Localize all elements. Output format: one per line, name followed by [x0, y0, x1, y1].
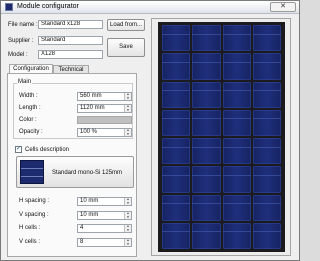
opacity-value: 100 % — [80, 129, 98, 135]
width-label: Width : — [19, 93, 38, 99]
spin-arrows-icon[interactable]: ▲ ▼ — [124, 128, 131, 137]
solar-cell — [192, 194, 221, 221]
solar-cell — [162, 81, 191, 108]
color-swatch[interactable] — [77, 116, 132, 124]
solar-cell — [222, 166, 252, 193]
v-cells-value: 8 — [80, 239, 84, 245]
spin-down-icon[interactable]: ▼ — [125, 242, 131, 247]
h-spacing-spinbox[interactable]: 10 mm ▲ ▼ — [77, 197, 132, 206]
v-spacing-value: 10 mm — [80, 212, 99, 218]
solar-cell — [252, 166, 282, 193]
v-cells-spinbox[interactable]: 8 ▲ ▼ — [77, 238, 132, 247]
width-spinbox[interactable]: 560 mm ▲ ▼ — [77, 92, 132, 101]
spin-down-icon[interactable]: ▼ — [125, 228, 131, 233]
h-spacing-value: 10 mm — [80, 198, 99, 204]
spin-down-icon[interactable]: ▼ — [125, 201, 131, 206]
opacity-spinbox[interactable]: 100 % ▲ ▼ — [77, 128, 132, 137]
color-label: Color : — [19, 117, 37, 123]
width-value: 560 mm — [80, 93, 102, 99]
solar-cell — [222, 194, 252, 221]
solar-cell — [192, 53, 221, 80]
solar-cell — [192, 25, 221, 52]
close-icon[interactable]: ✕ — [280, 3, 286, 10]
supplier-label: Supplier : — [8, 38, 34, 44]
solar-cell — [252, 109, 282, 136]
configuration-panel: Main Width : 560 mm ▲ ▼ Length : 1120 mm … — [7, 73, 137, 257]
solar-cell — [252, 194, 282, 221]
solar-cell — [252, 81, 282, 108]
model-field[interactable]: X128 — [38, 50, 103, 59]
solar-cell — [192, 81, 221, 108]
length-spinbox[interactable]: 1120 mm ▲ ▼ — [77, 104, 132, 113]
cell-type-button[interactable]: Standard mono-Si 125mm — [16, 156, 134, 188]
spin-arrows-icon[interactable]: ▲ ▼ — [124, 92, 131, 101]
length-value: 1120 mm — [80, 105, 105, 111]
solar-cell — [252, 138, 282, 165]
spin-down-icon[interactable]: ▼ — [125, 215, 131, 220]
file-name-label: File name : — [8, 22, 38, 28]
h-cells-spinbox[interactable]: 4 ▲ ▼ — [77, 224, 132, 233]
title-bar: Module configurator ✕ — [1, 1, 299, 14]
solar-cell — [192, 109, 221, 136]
cell-grid — [162, 25, 282, 249]
v-spacing-label: V spacing : — [19, 212, 49, 218]
solar-cell-icon — [20, 160, 44, 184]
opacity-label: Opacity : — [19, 129, 43, 135]
solar-cell — [222, 81, 252, 108]
app-icon — [5, 3, 13, 11]
spin-arrows-icon[interactable]: ▲ ▼ — [124, 197, 131, 206]
solar-cell — [192, 138, 221, 165]
v-spacing-spinbox[interactable]: 10 mm ▲ ▼ — [77, 211, 132, 220]
cells-description-checkbox[interactable]: ✓ — [15, 146, 22, 153]
solar-cell — [162, 25, 191, 52]
solar-cell — [192, 222, 221, 249]
spin-arrows-icon[interactable]: ▲ ▼ — [124, 224, 131, 233]
length-label: Length : — [19, 105, 41, 111]
h-spacing-label: H spacing : — [19, 198, 50, 204]
solar-panel-preview — [158, 22, 285, 252]
close-button[interactable]: ✕ — [270, 2, 296, 12]
spin-arrows-icon[interactable]: ▲ ▼ — [124, 211, 131, 220]
solar-cell — [162, 222, 191, 249]
solar-cell — [162, 166, 191, 193]
solar-cell — [222, 25, 252, 52]
solar-cell — [252, 25, 282, 52]
v-cells-label: V cells : — [19, 239, 41, 245]
window-title: Module configurator — [17, 3, 79, 10]
cells-description-label: Cells description — [25, 147, 70, 153]
spin-down-icon[interactable]: ▼ — [125, 132, 131, 137]
solar-cell — [222, 138, 252, 165]
supplier-field[interactable]: Standard — [38, 36, 103, 45]
solar-cell — [162, 53, 191, 80]
solar-cell — [222, 222, 252, 249]
solar-cell — [252, 222, 282, 249]
solar-cell — [162, 109, 191, 136]
spin-down-icon[interactable]: ▼ — [125, 108, 131, 113]
solar-cell — [222, 53, 252, 80]
save-button[interactable]: Save — [107, 38, 145, 57]
solar-cell — [162, 194, 191, 221]
solar-cell — [192, 166, 221, 193]
solar-cell — [222, 109, 252, 136]
h-cells-label: H cells : — [19, 225, 41, 231]
file-name-field[interactable]: Standard x128 — [38, 20, 103, 29]
load-from-button[interactable]: Load from... — [107, 19, 145, 31]
model-label: Model : — [8, 52, 28, 58]
solar-cell — [162, 138, 191, 165]
h-cells-value: 4 — [80, 225, 84, 231]
spin-down-icon[interactable]: ▼ — [125, 96, 131, 101]
module-preview — [151, 18, 291, 256]
main-group-title: Main — [17, 79, 33, 85]
spin-arrows-icon[interactable]: ▲ ▼ — [124, 104, 131, 113]
spin-arrows-icon[interactable]: ▲ ▼ — [124, 238, 131, 247]
cell-type-label: Standard mono-Si 125mm — [52, 170, 123, 176]
solar-cell — [252, 53, 282, 80]
module-configurator-window: Module configurator ✕ File name : Standa… — [0, 0, 300, 261]
